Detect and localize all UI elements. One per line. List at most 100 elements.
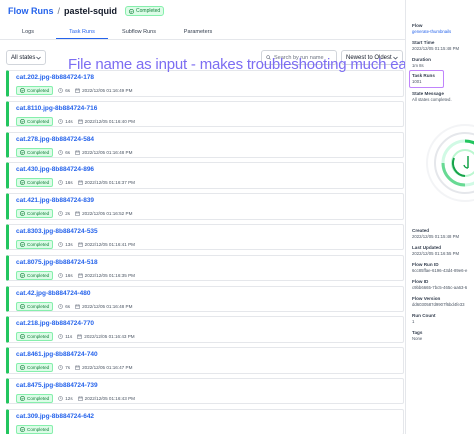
task-run-name[interactable]: cat.421.jpg-8b884724-839 bbox=[16, 197, 94, 204]
task-run-meta: Completed 16s 2022/12/05 01:16:35 PM bbox=[16, 270, 135, 280]
task-runs-highlight bbox=[409, 70, 444, 88]
calendar-icon bbox=[75, 150, 80, 155]
duration: 16s bbox=[58, 273, 73, 278]
status-label: Completed bbox=[27, 365, 50, 371]
check-circle-icon bbox=[20, 396, 25, 401]
task-run-name[interactable]: cat.8475.jpg-8b884724-739 bbox=[16, 382, 98, 389]
duration-value: 1m 8s bbox=[412, 63, 424, 68]
breadcrumb-flow-runs[interactable]: Flow Runs bbox=[8, 6, 54, 16]
status-badge: Completed bbox=[16, 393, 54, 403]
start-time-label: Start Time bbox=[412, 40, 435, 45]
tab-task-runs[interactable]: Task Runs bbox=[56, 26, 108, 39]
task-run-meta: Completed 16s 2022/12/05 01:16:37 PM bbox=[16, 178, 135, 188]
task-run-name[interactable]: cat.278.jpg-8b884724-584 bbox=[16, 136, 94, 143]
task-run-meta: Completed 6s 2022/12/05 01:16:48 PM bbox=[16, 301, 132, 311]
task-run-name[interactable]: cat.42.jpg-8b884724-480 bbox=[16, 290, 90, 297]
timestamp-value: 2022/12/05 01:16:52 PM bbox=[82, 211, 133, 217]
tab-subflow-runs[interactable]: Subflow Runs bbox=[108, 26, 170, 39]
check-circle-icon bbox=[20, 180, 25, 186]
duration-value: 13s bbox=[65, 241, 73, 247]
task-run-meta: Completed 11s 2022/12/05 01:16:43 PM bbox=[16, 332, 135, 342]
task-run-row[interactable]: cat.8461.jpg-8b884724-740 Completed 7s 2… bbox=[6, 347, 404, 374]
task-run-meta: Completed 12s 2022/12/05 01:16:43 PM bbox=[16, 393, 135, 403]
task-run-row[interactable]: cat.8475.jpg-8b884724-739 Completed 12s … bbox=[6, 377, 404, 405]
tags-label: Tags bbox=[412, 330, 423, 335]
status-badge: Completed bbox=[16, 147, 54, 157]
task-run-row[interactable]: cat.218.jpg-8b884724-770 Completed 11s 2… bbox=[6, 316, 404, 343]
timestamp-value: 2022/12/05 01:16:37 PM bbox=[84, 180, 135, 186]
task-run-name[interactable]: cat.430.jpg-8b884724-896 bbox=[16, 166, 94, 173]
duration: 6s bbox=[58, 88, 70, 93]
created-value: 2022/12/05 01:15:48 PM bbox=[412, 234, 460, 239]
sort-select[interactable]: Newest to Oldest bbox=[341, 50, 403, 65]
run-count-value: 1 bbox=[412, 319, 415, 324]
duration-value: 11s bbox=[65, 334, 73, 340]
status-label: Completed bbox=[27, 88, 50, 93]
status-label: Completed bbox=[27, 395, 50, 401]
duration-value: 14s bbox=[65, 118, 73, 124]
status-label: Completed bbox=[27, 334, 50, 340]
status-badge: Completed bbox=[16, 239, 54, 249]
task-run-name[interactable]: cat.218.jpg-8b884724-770 bbox=[16, 320, 94, 327]
check-circle-icon bbox=[20, 211, 25, 217]
clock-icon bbox=[58, 211, 63, 216]
task-run-name[interactable]: cat.8075.jpg-8b884724-518 bbox=[16, 259, 98, 266]
duration: 6s bbox=[58, 150, 70, 155]
duration-value: 6s bbox=[65, 303, 71, 309]
timestamp-value: 2022/12/05 01:16:47 PM bbox=[82, 365, 133, 371]
task-run-name[interactable]: cat.8461.jpg-8b884724-740 bbox=[16, 351, 98, 358]
task-run-row[interactable]: cat.309.jpg-8b884724-642 Completed bbox=[6, 408, 404, 434]
task-run-list: cat.202.jpg-8b884724-178 Completed 6s 20… bbox=[6, 70, 404, 434]
search-input[interactable]: Search by run name bbox=[261, 50, 337, 65]
duration-value: 6s bbox=[65, 149, 71, 155]
task-run-row[interactable]: cat.202.jpg-8b884724-178 Completed 6s 20… bbox=[6, 70, 404, 97]
task-run-name[interactable]: cat.202.jpg-8b884724-178 bbox=[16, 74, 94, 81]
tab-logs[interactable]: Logs bbox=[0, 26, 56, 39]
timestamp: 2022/12/05 01:16:43 PM bbox=[77, 334, 135, 340]
sidebar-flow-id: Flow ID c9bb6665-7bc5-465c-aa63-6 bbox=[412, 279, 474, 290]
status-badge: Completed bbox=[16, 86, 54, 95]
check-circle-icon bbox=[129, 8, 134, 14]
duration: 16s bbox=[58, 180, 73, 185]
task-run-meta: Completed 6s 2022/12/05 01:16:48 PM bbox=[16, 147, 133, 157]
task-run-name[interactable]: cat.8110.jpg-8b884724-716 bbox=[16, 105, 97, 112]
status-badge: Completed bbox=[16, 209, 54, 219]
status-badge: Completed bbox=[16, 178, 54, 188]
calendar-icon bbox=[77, 119, 83, 124]
check-circle-icon bbox=[20, 303, 25, 309]
check-circle-icon bbox=[20, 272, 25, 278]
task-run-row[interactable]: cat.42.jpg-8b884724-480 Completed 6s 202… bbox=[6, 285, 404, 313]
sidebar-flow-version: Flow Version dd6030587d9907f6bd4fe33 bbox=[412, 296, 474, 307]
clock-icon bbox=[58, 396, 63, 401]
page-header: Flow Runs / pastel-squid Completed bbox=[0, 0, 405, 22]
status-label: Completed bbox=[27, 180, 50, 186]
page-title: pastel-squid bbox=[64, 6, 118, 16]
state-filter-select[interactable]: All states bbox=[6, 50, 46, 65]
chevron-down-icon bbox=[393, 56, 398, 60]
task-run-row[interactable]: cat.430.jpg-8b884724-896 Completed 16s 2… bbox=[6, 162, 404, 189]
timestamp-value: 2022/12/05 01:16:43 PM bbox=[84, 334, 135, 340]
task-run-meta: Completed 13s 2022/12/05 01:16:41 PM bbox=[16, 239, 135, 249]
task-run-row[interactable]: cat.8075.jpg-8b884724-518 Completed 16s … bbox=[6, 254, 404, 282]
check-circle-icon bbox=[20, 334, 25, 340]
task-run-name[interactable]: cat.309.jpg-8b884724-642 bbox=[16, 413, 94, 420]
sidebar-tags: Tags None bbox=[412, 330, 474, 341]
duration: 11s bbox=[58, 334, 72, 339]
search-icon bbox=[266, 55, 271, 60]
clock-icon bbox=[58, 149, 63, 155]
clock-icon bbox=[58, 334, 63, 340]
flow-link[interactable]: generate-thumbnails bbox=[412, 29, 474, 34]
task-run-row[interactable]: cat.8303.jpg-8b884724-535 Completed 13s … bbox=[6, 223, 404, 251]
task-run-row[interactable]: cat.278.jpg-8b884724-584 Completed 6s 20… bbox=[6, 131, 404, 159]
tab-parameters[interactable]: Parameters bbox=[170, 26, 226, 39]
task-run-row[interactable]: cat.421.jpg-8b884724-839 Completed 2s 20… bbox=[6, 193, 404, 220]
check-circle-icon bbox=[20, 426, 25, 432]
flow-run-id-value: 6cc85ffae-6196-43d4-89e6-e bbox=[412, 268, 468, 273]
status-badge: Completed bbox=[16, 301, 54, 311]
timestamp-value: 2022/12/05 01:16:48 PM bbox=[82, 149, 133, 155]
state-message-value: All states completed. bbox=[412, 97, 452, 102]
duration-value: 7s bbox=[65, 365, 71, 371]
task-run-name[interactable]: cat.8303.jpg-8b884724-535 bbox=[16, 228, 98, 235]
duration-value: 6s bbox=[65, 88, 71, 93]
task-run-row[interactable]: cat.8110.jpg-8b884724-716 Completed 14s … bbox=[6, 100, 404, 128]
